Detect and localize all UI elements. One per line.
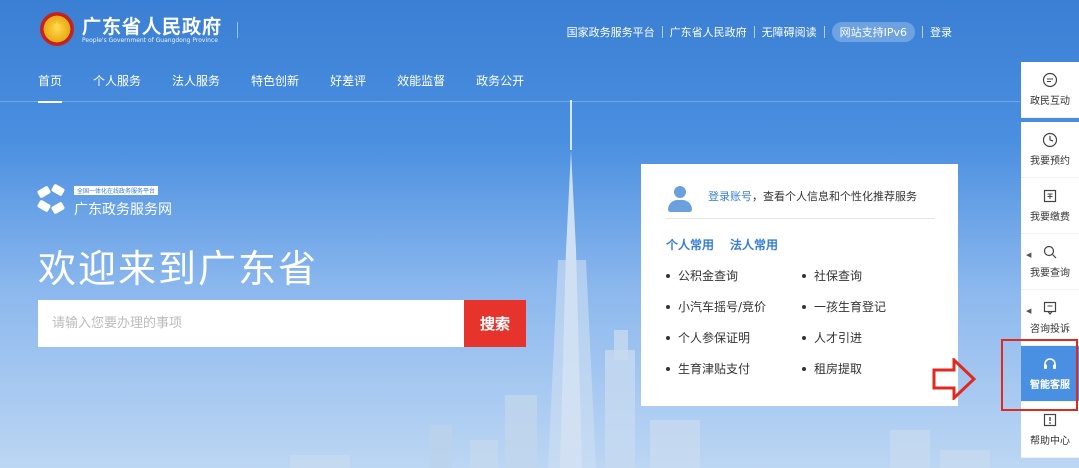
title-divider: [237, 22, 238, 38]
login-prompt: 登录账号，查看个人信息和个性化推荐服务: [708, 188, 917, 204]
nav-government-affairs[interactable]: 政务公开: [476, 72, 524, 102]
service-label: 人才引进: [814, 331, 863, 345]
toolbar-label: 帮助中心: [1030, 436, 1070, 447]
search-box: [38, 300, 464, 347]
service-tabs: 个人常用 法人常用: [666, 236, 794, 253]
service-item[interactable]: 生育津贴支付: [666, 360, 802, 377]
bullet-icon: [802, 304, 806, 309]
link-national-platform[interactable]: 国家政务服务平台: [560, 24, 662, 40]
nav-divider: [0, 101, 1020, 102]
bullet-icon: [666, 273, 670, 278]
highlight-box: [1001, 339, 1078, 411]
nav-personal-services[interactable]: 个人服务: [93, 72, 141, 102]
toolbar-label: 我要缴费: [1030, 212, 1070, 223]
service-item[interactable]: 社保查询: [802, 267, 938, 284]
toolbar-label: 我要预约: [1030, 156, 1070, 167]
bullet-icon: [666, 335, 670, 340]
arrow-right-icon: [932, 358, 976, 400]
header: 广东省人民政府 People's Government of Guangdong…: [0, 0, 1079, 62]
toolbar-payment[interactable]: 我要缴费: [1021, 178, 1079, 234]
platform-tag: 全国一体化在线政务服务平台: [74, 186, 159, 195]
caret-left-icon: ◀: [1026, 251, 1032, 259]
login-card: 登录账号，查看个人信息和个性化推荐服务 个人常用 法人常用 公积金查询 社保查询…: [641, 164, 958, 406]
brand-name: 广东政务服务网: [74, 202, 172, 218]
service-label: 一孩生育登记: [814, 300, 887, 314]
toolbar-appointment[interactable]: 我要预约: [1021, 122, 1079, 178]
search-input[interactable]: [38, 300, 464, 347]
nav-corporate-services[interactable]: 法人服务: [172, 72, 220, 102]
help-icon: [1043, 413, 1057, 427]
service-item[interactable]: 小汽车摇号/竞价: [666, 298, 802, 315]
toolbar-label: 政民互动: [1030, 96, 1070, 107]
service-item[interactable]: 租房提取: [802, 360, 938, 377]
toolbar-query[interactable]: ◀ 我要查询: [1021, 234, 1079, 290]
site-title[interactable]: 广东省人民政府: [82, 12, 222, 39]
chat-bubble-icon: [1042, 72, 1058, 88]
site-subtitle: People's Government of Guangdong Provinc…: [82, 37, 218, 44]
nav-ratings[interactable]: 好差评: [330, 72, 366, 102]
service-network-logo-icon: [36, 183, 68, 215]
bullet-icon: [802, 366, 806, 371]
user-avatar-icon: [666, 184, 694, 214]
main-nav: 首页 个人服务 法人服务 特色创新 好差评 效能监督 政务公开: [38, 72, 555, 103]
service-label: 租房提取: [814, 362, 863, 376]
tab-corporate-common[interactable]: 法人常用: [730, 236, 778, 253]
service-label: 生育津贴支付: [678, 362, 751, 376]
bullet-icon: [802, 273, 806, 278]
nav-featured-innovation[interactable]: 特色创新: [251, 72, 299, 102]
service-label: 小汽车摇号/竞价: [678, 300, 767, 314]
caret-left-icon: ◀: [1026, 307, 1032, 315]
service-item[interactable]: 人才引进: [802, 329, 938, 346]
search-icon: [1043, 245, 1057, 259]
toolbar-interaction[interactable]: 政民互动: [1021, 62, 1079, 118]
nav-efficiency-supervision[interactable]: 效能监督: [397, 72, 445, 102]
service-label: 公积金查询: [678, 269, 739, 283]
service-list: 公积金查询 社保查询 小汽车摇号/竞价 一孩生育登记 个人参保证明 人才引进 生…: [666, 267, 946, 377]
login-prompt-text: ，查看个人信息和个性化推荐服务: [752, 190, 917, 203]
toolbar-label: 我要查询: [1030, 268, 1070, 279]
link-provincial-government[interactable]: 广东省人民政府: [663, 24, 754, 40]
service-item[interactable]: 公积金查询: [666, 267, 802, 284]
card-login-link[interactable]: 登录账号: [708, 190, 752, 203]
bullet-icon: [666, 366, 670, 371]
card-divider: [666, 218, 935, 219]
service-item[interactable]: 个人参保证明: [666, 329, 802, 346]
top-links: 国家政务服务平台 广东省人民政府 无障碍阅读 网站支持IPv6 登录: [560, 22, 959, 42]
nav-home[interactable]: 首页: [38, 72, 63, 103]
link-divider: [823, 26, 825, 38]
link-accessibility[interactable]: 无障碍阅读: [755, 24, 824, 40]
service-item[interactable]: 一孩生育登记: [802, 298, 938, 315]
tab-personal-common[interactable]: 个人常用: [666, 236, 714, 253]
clock-icon: [1042, 132, 1058, 148]
toolbar-label: 咨询投诉: [1030, 324, 1070, 335]
payment-icon: [1043, 189, 1057, 203]
bullet-icon: [802, 335, 806, 340]
service-label: 个人参保证明: [678, 331, 751, 345]
login-link[interactable]: 登录: [923, 24, 959, 40]
bullet-icon: [666, 304, 670, 309]
toolbar-group-top: 政民互动: [1021, 62, 1079, 118]
search-button[interactable]: 搜索: [464, 300, 526, 347]
toolbar-complaint[interactable]: ◀ 咨询投诉: [1021, 290, 1079, 346]
national-emblem-icon: [40, 12, 74, 46]
message-box-icon: [1043, 301, 1057, 315]
welcome-heading: 欢迎来到广东省: [38, 247, 319, 291]
ipv6-badge: 网站支持IPv6: [831, 22, 915, 42]
service-label: 社保查询: [814, 269, 863, 283]
